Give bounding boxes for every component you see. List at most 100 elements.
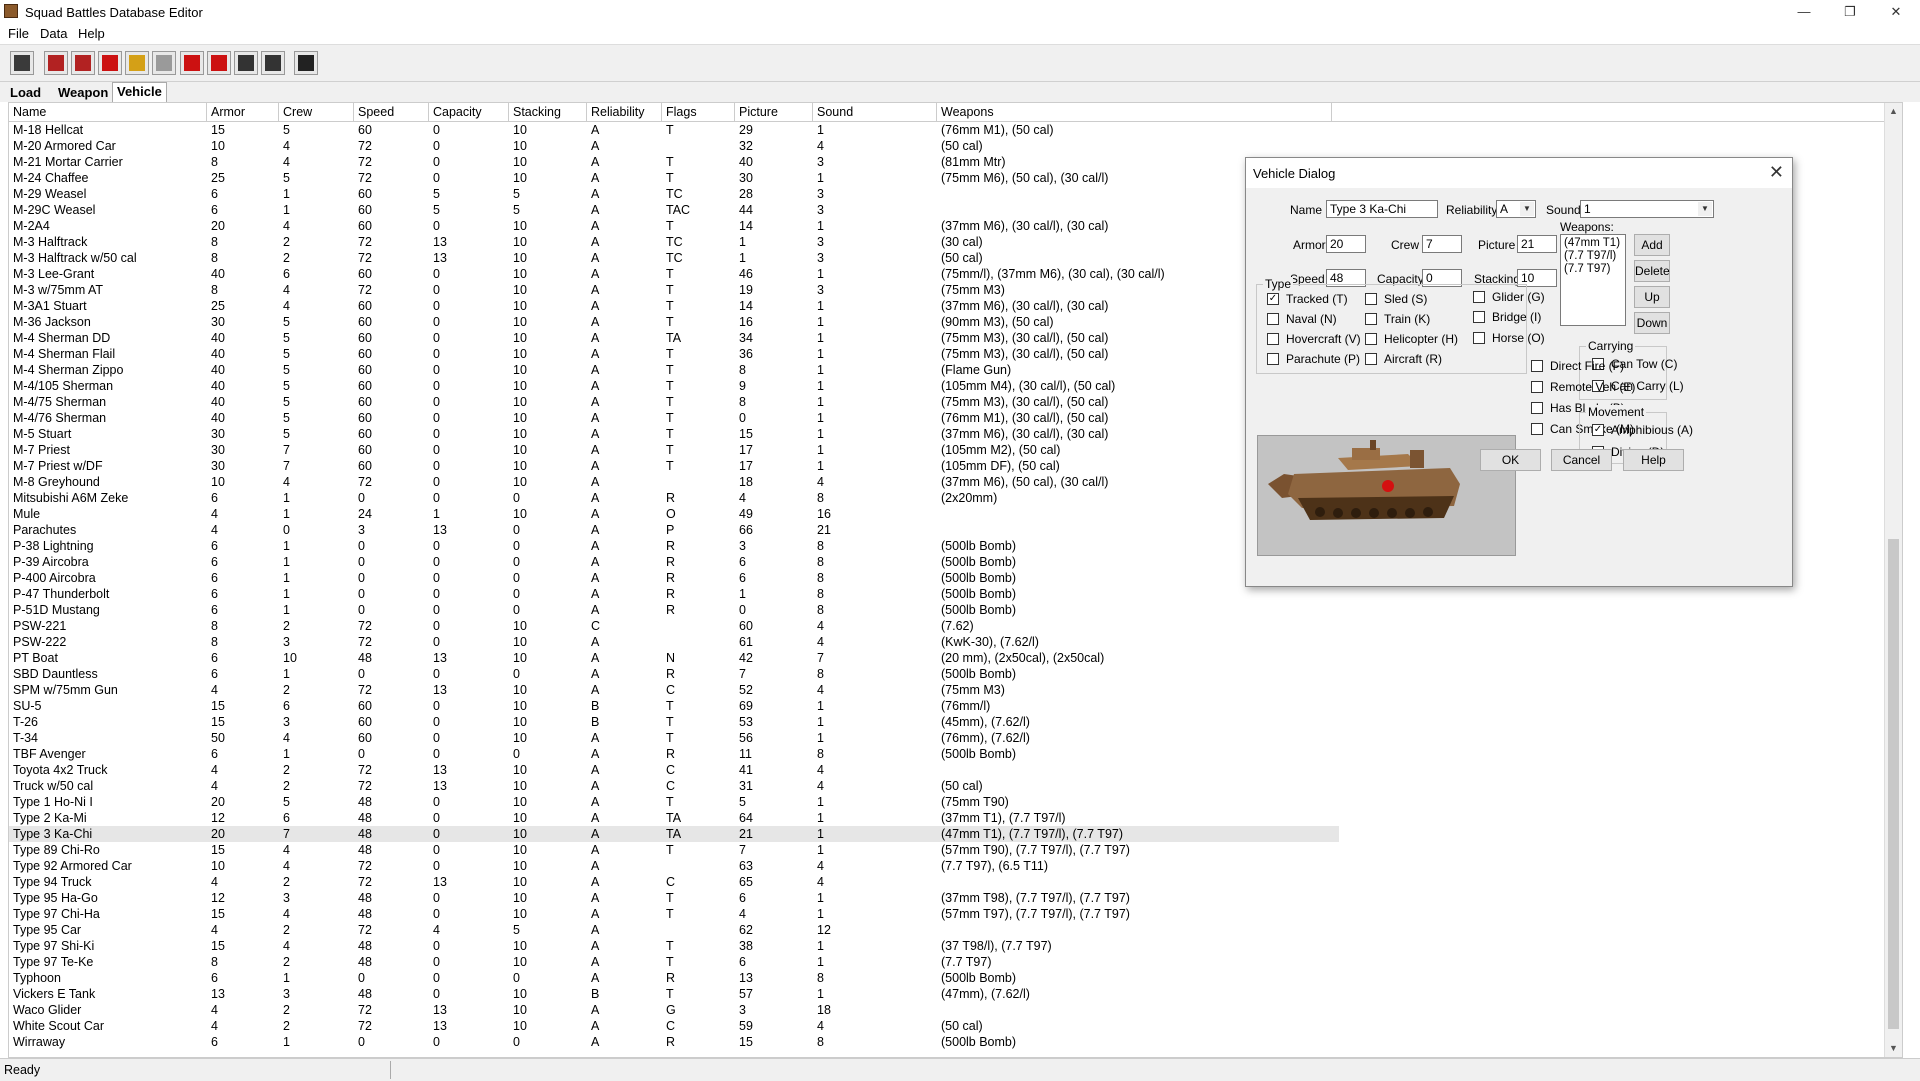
checkbox-box[interactable] [1531,423,1543,435]
scroll-thumb[interactable] [1888,539,1899,1029]
column-header-capacity[interactable]: Capacity [429,103,509,121]
checkbox-box[interactable] [1365,353,1377,365]
picture-field[interactable]: 21 [1517,235,1557,253]
move-up-button[interactable] [180,51,204,75]
table-row[interactable]: Type 94 Truck 4 2 72 13 10 A C 65 4 [9,874,1902,890]
name-field[interactable]: Type 3 Ka-Chi [1326,200,1438,218]
table-row[interactable]: Type 95 Ha-Go 12 3 48 0 10 A T 6 1 (37mm T98), (7.… [9,890,1902,906]
restore-button[interactable]: ❐ [1827,0,1873,24]
table-row[interactable]: Type 3 Ka-Chi 20 7 48 0 10 A TA 21 1 (47mm T1), (7… [9,826,1339,842]
column-header-crew[interactable]: Crew [279,103,354,121]
armor-field[interactable]: 20 [1326,235,1366,253]
checkbox-box[interactable] [1531,402,1543,414]
column-header-name[interactable]: Name [9,103,207,121]
help-button[interactable]: Help [1623,449,1684,471]
table-row[interactable]: Type 97 Chi-Ha 15 4 48 0 10 A T 4 1 (57mm T97), (7… [9,906,1902,922]
table-row[interactable]: Type 97 Te-Ke 8 2 48 0 10 A T 6 1 (7.7 T97) [9,954,1902,970]
table-row[interactable]: Typhoon 6 1 0 0 0 A R 13 8 (500lb Bomb) [9,970,1902,986]
blank-button[interactable] [152,51,176,75]
reliability-select[interactable]: A ▼ [1496,200,1536,218]
checkbox-box[interactable]: ✓ [1592,424,1604,436]
table-row[interactable]: TBF Avenger 6 1 0 0 0 A R 11 8 (500lb Bomb) [9,746,1902,762]
column-header-armor[interactable]: Armor [207,103,279,121]
checkbox-box[interactable] [1473,311,1485,323]
table-row[interactable]: PT Boat 6 10 48 13 10 A N 42 7 (20 mm), (2x50cal),… [9,650,1902,666]
checkbox-box[interactable] [1267,313,1279,325]
checkbox-box[interactable] [1473,332,1485,344]
column-header-picture[interactable]: Picture [735,103,813,121]
checkbox-box[interactable] [1531,381,1543,393]
column-header-speed[interactable]: Speed [354,103,429,121]
tab-weapon[interactable]: Weapon [54,84,112,102]
list-item[interactable]: (7.7 T97) [1564,263,1622,276]
column-header-reliability[interactable]: Reliability [587,103,662,121]
checkbox-box[interactable] [1365,313,1377,325]
checkbox-box[interactable] [1365,293,1377,305]
table-row[interactable]: SU-5 15 6 60 0 10 B T 69 1 (76mm/l) [9,698,1902,714]
column-header-stacking[interactable]: Stacking [509,103,587,121]
cancel-button[interactable]: Cancel [1551,449,1612,471]
find-next-button[interactable] [261,51,285,75]
menu-data[interactable]: Data [40,26,67,41]
add-weapon-button[interactable]: Add [1634,234,1670,256]
save-db-button[interactable] [10,51,34,75]
table-row[interactable]: PSW-221 8 2 72 0 10 C 60 4 (7.62) [9,618,1902,634]
crew-field[interactable]: 7 [1422,235,1462,253]
table-row[interactable]: Type 97 Shi-Ki 15 4 48 0 10 A T 38 1 (37 T98/l), (… [9,938,1902,954]
table-row[interactable]: M-18 Hellcat 15 5 60 0 10 A T 29 1 (76mm M1), (50 … [9,122,1902,138]
table-row[interactable]: Waco Glider 4 2 72 13 10 A G 3 18 [9,1002,1902,1018]
menu-file[interactable]: File [8,26,29,41]
table-row[interactable]: Vickers E Tank 13 3 48 0 10 B T 57 1 (47mm), (7.62… [9,986,1902,1002]
checkbox-box[interactable]: ✓ [1267,293,1279,305]
menu-help[interactable]: Help [78,26,105,41]
delete-weapon-button[interactable]: Delete [1634,260,1670,282]
edit-record-button[interactable] [125,51,149,75]
checkbox-box[interactable] [1531,360,1543,372]
table-row[interactable]: Type 92 Armored Car 10 4 72 0 10 A 63 4 (7.7 T97)… [9,858,1902,874]
table-row[interactable]: PSW-222 8 3 72 0 10 A 61 4 (KwK-30), (7.62/l) [9,634,1902,650]
scroll-down-icon[interactable]: ▼ [1885,1040,1902,1057]
table-row[interactable]: Toyota 4x2 Truck 4 2 72 13 10 A C 41 4 [9,762,1902,778]
table-row[interactable]: P-47 Thunderbolt 6 1 0 0 0 A R 1 8 (500lb Bomb) [9,586,1902,602]
dialog-close-icon[interactable]: ✕ [1769,162,1784,183]
minimize-button[interactable]: — [1781,0,1827,24]
find-button[interactable] [234,51,258,75]
checkbox-box[interactable] [1365,333,1377,345]
ok-button[interactable]: OK [1480,449,1541,471]
tab-vehicle[interactable]: Vehicle [112,82,167,103]
checkbox-box[interactable] [1267,333,1279,345]
checkbox-box[interactable] [1267,353,1279,365]
delete-record-button[interactable] [98,51,122,75]
table-row[interactable]: SBD Dauntless 6 1 0 0 0 A R 7 8 (500lb Bomb) [9,666,1902,682]
table-row[interactable]: White Scout Car 4 2 72 13 10 A C 59 4 (50 cal) [9,1018,1902,1034]
table-row[interactable]: Type 1 Ho-Ni I 20 5 48 0 10 A T 5 1 (75mm T90) [9,794,1902,810]
table-row[interactable]: T-26 15 3 60 0 10 B T 53 1 (45mm), (7.62/l) [9,714,1902,730]
new-record-button[interactable] [44,51,68,75]
table-row[interactable]: Truck w/50 cal 4 2 72 13 10 A C 31 4 (50 cal) [9,778,1902,794]
column-header-sound[interactable]: Sound [813,103,937,121]
list-item[interactable]: (47mm T1) [1564,237,1622,250]
scroll-up-icon[interactable]: ▲ [1885,103,1902,120]
table-row[interactable]: Type 2 Ka-Mi 12 6 48 0 10 A TA 64 1 (37mm T1), (7.… [9,810,1902,826]
table-row[interactable]: Wirraway 6 1 0 0 0 A R 15 8 (500lb Bomb) [9,1034,1902,1050]
table-row[interactable]: P-51D Mustang 6 1 0 0 0 A R 0 8 (500lb Bomb) [9,602,1902,618]
table-row[interactable]: Type 89 Chi-Ro 15 4 48 0 10 A T 7 1 (57mm T90), (7… [9,842,1902,858]
table-row[interactable]: M-20 Armored Car 10 4 72 0 10 A 32 4 (50 cal) [9,138,1902,154]
copy-record-button[interactable] [71,51,95,75]
table-row[interactable]: T-34 50 4 60 0 10 A T 56 1 (76mm), (7.62/l) [9,730,1902,746]
close-window-button[interactable]: ✕ [1873,0,1919,24]
table-row[interactable]: Type 95 Car 4 2 72 4 5 A 62 12 [9,922,1902,938]
help-button[interactable] [294,51,318,75]
table-row[interactable]: SPM w/75mm Gun 4 2 72 13 10 A C 52 4 (75mm M3) [9,682,1902,698]
sound-select[interactable]: 1 ▼ [1580,200,1714,218]
move-weapon-up-button[interactable]: Up [1634,286,1670,308]
column-header-weapons[interactable]: Weapons [937,103,1332,121]
move-down-button[interactable] [207,51,231,75]
weapons-list[interactable]: (47mm T1) (7.7 T97/l) (7.7 T97) [1560,234,1626,326]
tab-load[interactable]: Load [6,84,45,102]
list-item[interactable]: (7.7 T97/l) [1564,250,1622,263]
column-header-flags[interactable]: Flags [662,103,735,121]
checkbox-box[interactable] [1473,291,1485,303]
move-weapon-down-button[interactable]: Down [1634,312,1670,334]
vertical-scrollbar[interactable]: ▲ ▼ [1884,103,1902,1057]
